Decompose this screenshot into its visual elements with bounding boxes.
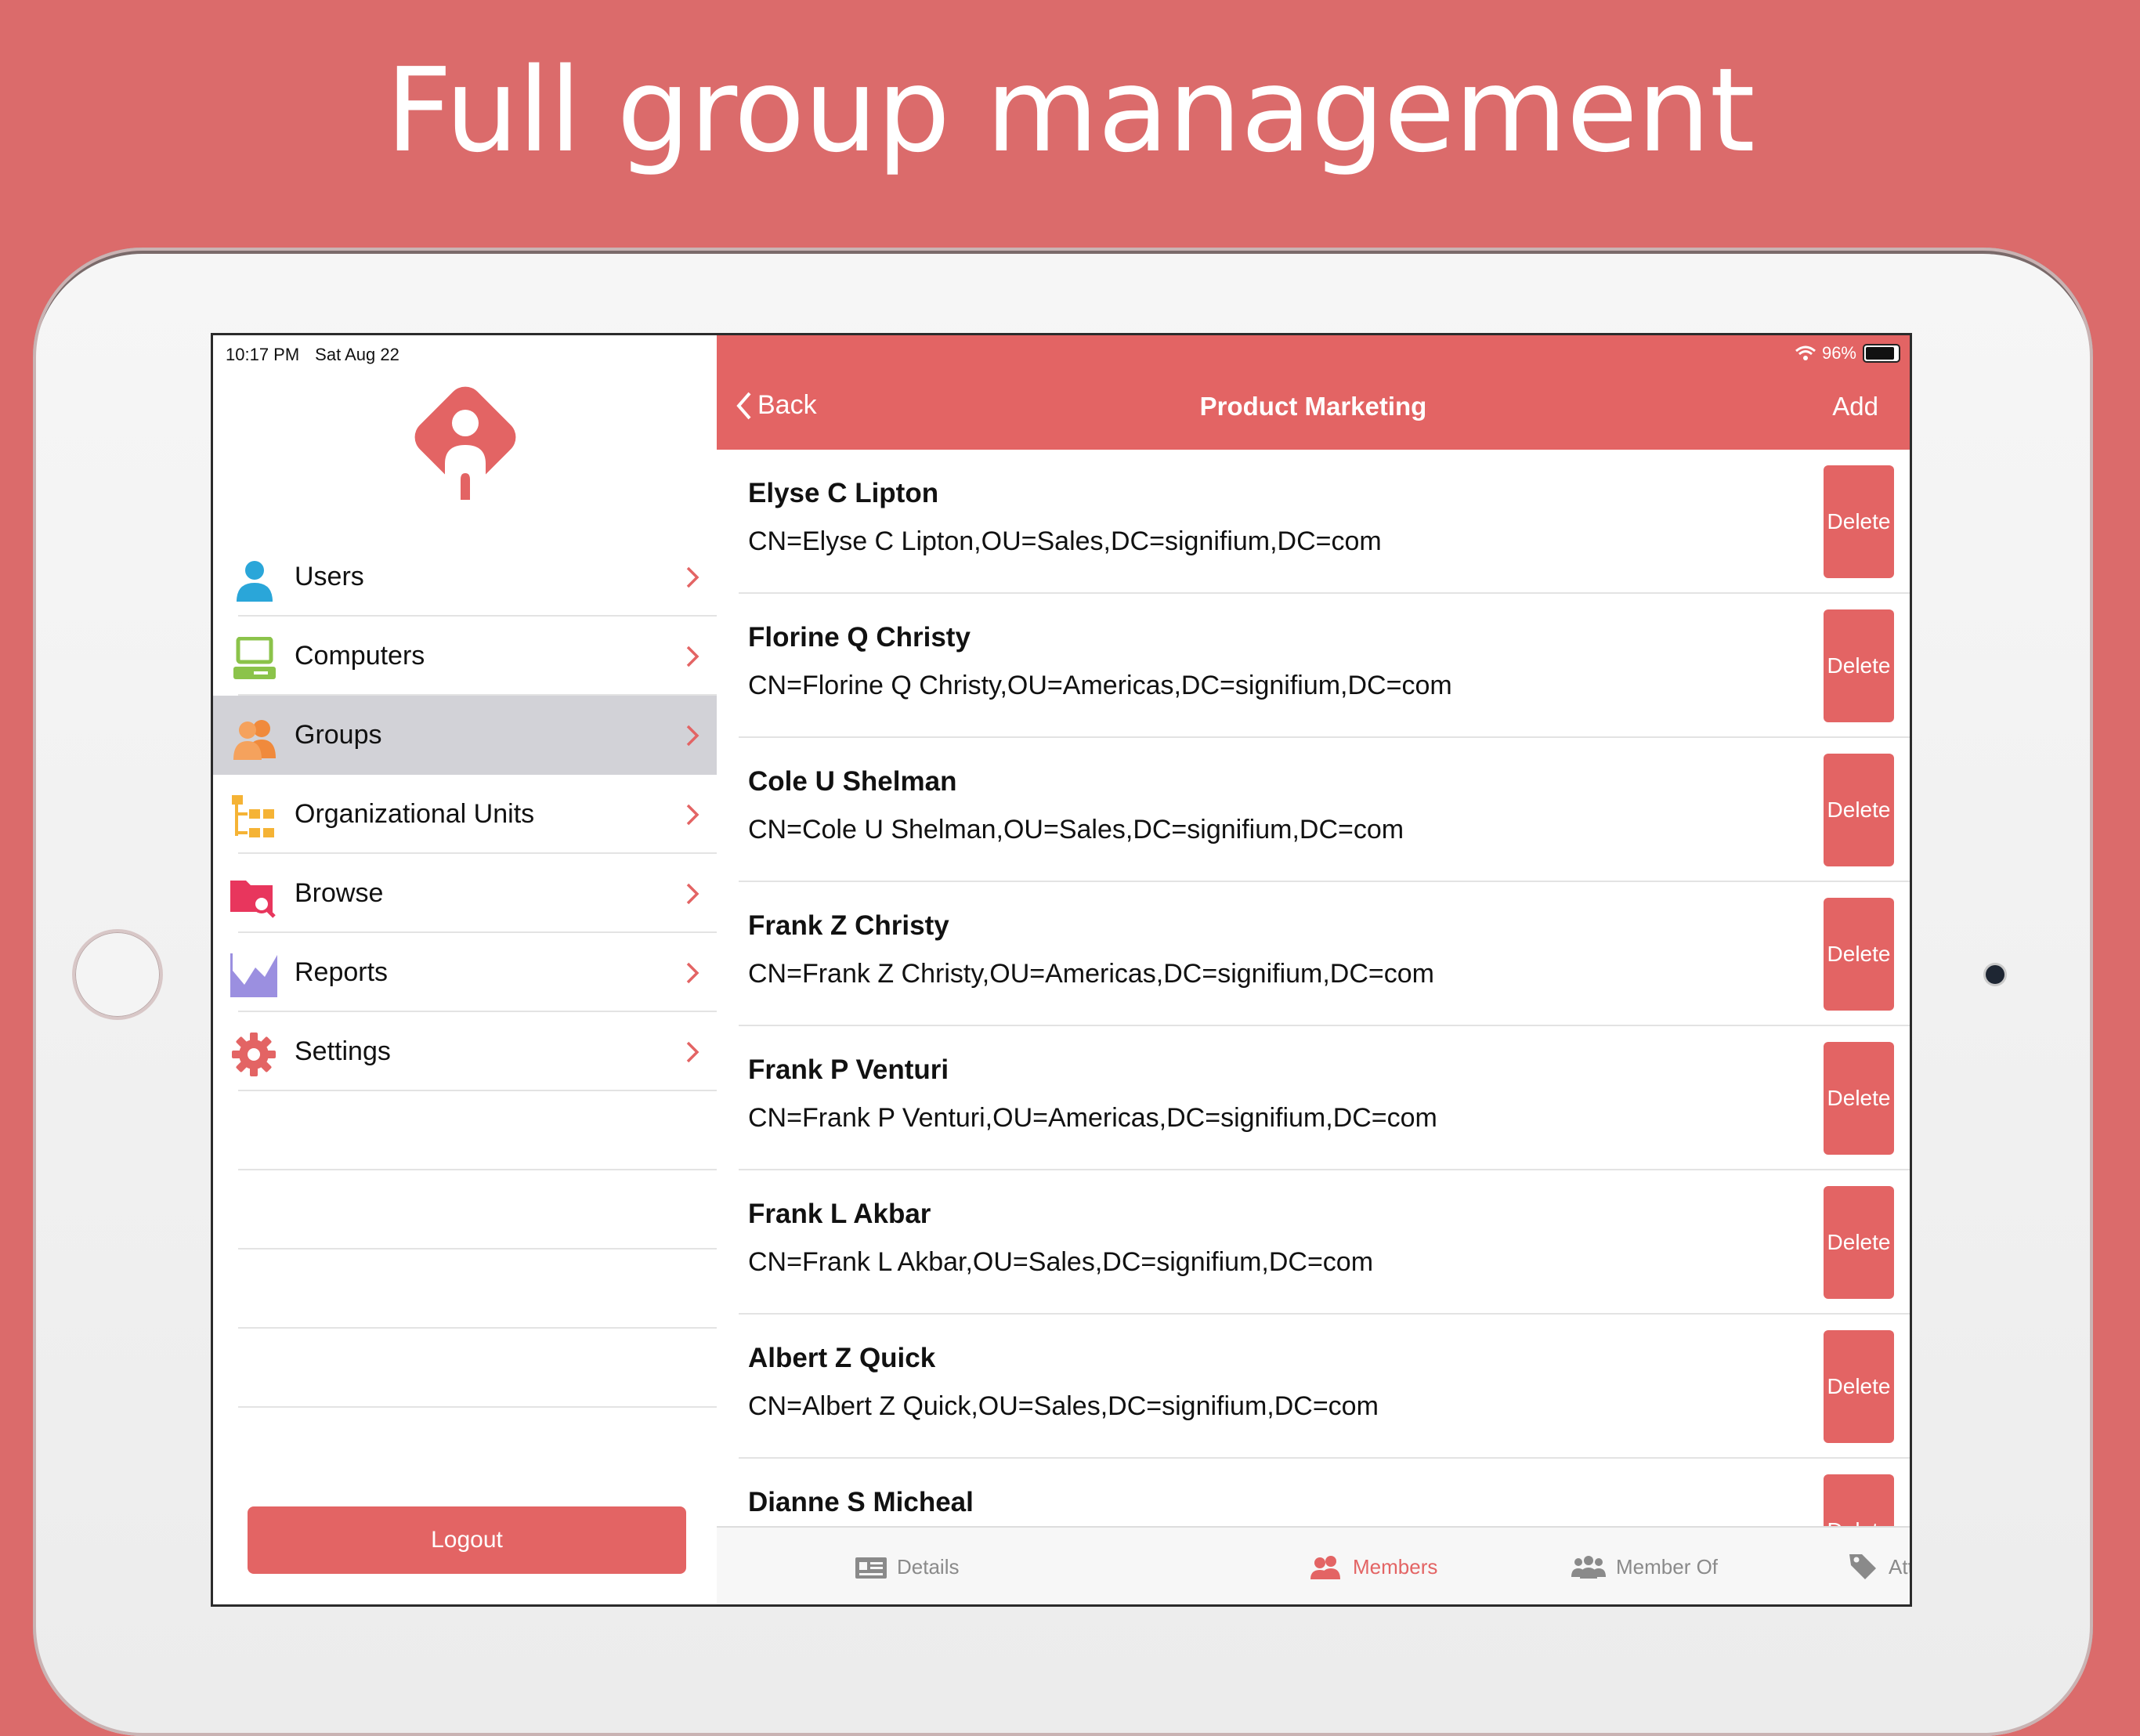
delete-button[interactable]: Delete [1824,609,1894,722]
sidebar-item-reports[interactable]: Reports [213,933,717,1012]
delete-button[interactable]: Delete [1824,898,1894,1011]
sidebar-item-label: Browse [295,878,384,908]
sidebar-item-organizational-units[interactable]: Organizational Units [213,775,717,854]
chevron-right-icon [686,725,699,747]
member-dn: CN=Frank P Venturi,OU=Americas,DC=signif… [748,1103,1437,1133]
tab-label: Details [897,1554,960,1579]
app-logo-icon [414,386,516,500]
delete-button[interactable]: Delete [1824,754,1894,866]
computer-icon [233,637,276,679]
tab-details[interactable]: Details [855,1528,959,1604]
browse-folder-icon [230,881,276,918]
logout-button[interactable]: Logout [248,1506,686,1574]
empty-row [213,1329,717,1408]
members-icon [1310,1556,1340,1579]
empty-row [213,1170,717,1250]
member-of-icon [1571,1556,1606,1579]
member-name: Cole U Shelman [748,766,957,797]
promo-headline: Full group management [385,43,1755,178]
member-dn: CN=Cole U Shelman,OU=Sales,DC=signifium,… [748,815,1404,844]
chevron-right-icon [686,804,699,826]
sidebar-item-browse[interactable]: Browse [213,854,717,933]
delete-button[interactable]: Delete [1824,465,1894,578]
sidebar-item-label: Settings [295,1036,391,1066]
tab-bar: Details Members Member Of At [717,1526,1910,1604]
details-card-icon [855,1557,887,1579]
member-name: Elyse C Lipton [748,478,939,508]
group-title: Product Marketing [1199,392,1427,421]
camera-lens [1986,965,2004,984]
member-name: Frank P Venturi [748,1054,949,1085]
member-dn: CN=Albert Z Quick,OU=Sales,DC=signifium,… [748,1391,1379,1421]
member-row[interactable]: Elyse C Lipton CN=Elyse C Lipton,OU=Sale… [717,450,1910,594]
member-name: Dianne S Micheal [748,1487,974,1517]
group-icon [233,720,276,760]
sidebar-item-users[interactable]: Users [213,537,717,617]
group-detail-panel: 96% Back Product Marketing Add Elyse C L… [717,335,1910,1604]
tab-members[interactable]: Members [1309,1528,1437,1604]
chevron-right-icon [686,962,699,984]
sidebar: 10:17 PM Sat Aug 22 Users Computers Grou… [213,335,717,1604]
member-row[interactable]: Frank P Venturi CN=Frank P Venturi,OU=Am… [717,1026,1910,1170]
delete-button[interactable]: Delete [1824,1474,1894,1526]
org-units-icon [232,795,274,837]
status-clock: 10:17 PM [226,345,300,364]
tag-icon [1849,1554,1876,1579]
chevron-right-icon [686,883,699,905]
delete-button[interactable]: Delete [1824,1042,1894,1155]
wifi-icon [1795,345,1816,360]
sidebar-nav: Users Computers Groups Organizational Un… [213,537,717,1408]
member-dn: CN=Frank Z Christy,OU=Americas,DC=signif… [748,959,1434,989]
tab-member-of[interactable]: Member Of [1571,1528,1718,1604]
member-row[interactable]: Frank Z Christy CN=Frank Z Christy,OU=Am… [717,882,1910,1026]
sidebar-item-label: Users [295,562,364,591]
member-row[interactable]: Dianne S Micheal Delete [717,1459,1910,1526]
member-name: Frank L Akbar [748,1199,931,1229]
status-indicators: 96% [1795,343,1900,363]
member-row[interactable]: Albert Z Quick CN=Albert Z Quick,OU=Sale… [717,1315,1910,1459]
member-name: Albert Z Quick [748,1343,936,1373]
member-dn: CN=Elyse C Lipton,OU=Sales,DC=signifium,… [748,526,1382,556]
sidebar-item-settings[interactable]: Settings [213,1012,717,1091]
chevron-right-icon [686,566,699,588]
status-date: Sat Aug 22 [315,345,399,364]
tab-label: Members [1353,1554,1438,1579]
member-row[interactable]: Frank L Akbar CN=Frank L Akbar,OU=Sales,… [717,1170,1910,1315]
member-row[interactable]: Cole U Shelman CN=Cole U Shelman,OU=Sale… [717,738,1910,882]
chevron-right-icon [686,1041,699,1063]
tablet-screen: 10:17 PM Sat Aug 22 Users Computers Grou… [213,335,1910,1604]
delete-button[interactable]: Delete [1824,1186,1894,1299]
member-name: Frank Z Christy [748,910,949,941]
sidebar-item-groups[interactable]: Groups [213,696,717,775]
battery-percent: 96% [1821,343,1856,363]
members-list: Elyse C Lipton CN=Elyse C Lipton,OU=Sale… [717,450,1910,1526]
member-dn: CN=Frank L Akbar,OU=Sales,DC=signifium,D… [748,1247,1374,1277]
delete-button[interactable]: Delete [1824,1330,1894,1443]
tab-label: Attributes [1889,1554,1910,1579]
battery-icon [1863,344,1900,363]
add-member-button[interactable]: Add [1832,392,1878,421]
navigation-bar: 96% Back Product Marketing Add [717,335,1910,450]
status-time: 10:17 PM Sat Aug 22 [226,345,415,365]
member-name: Florine Q Christy [748,622,971,653]
empty-row [213,1091,717,1170]
gear-icon [232,1033,276,1076]
sidebar-item-label: Groups [295,720,382,750]
member-dn: CN=Florine Q Christy,OU=Americas,DC=sign… [748,671,1452,700]
sidebar-item-label: Reports [295,957,389,987]
user-icon [237,561,273,602]
sidebar-item-computers[interactable]: Computers [213,617,717,696]
sidebar-item-label: Computers [295,641,425,671]
sidebar-item-label: Organizational Units [295,799,535,829]
reports-chart-icon [230,953,277,997]
home-button[interactable] [72,929,163,1020]
member-row[interactable]: Florine Q Christy CN=Florine Q Christy,O… [717,594,1910,738]
tab-attributes[interactable]: Attributes [1848,1528,1910,1604]
tab-label: Member Of [1616,1554,1719,1579]
empty-row [213,1250,717,1329]
chevron-right-icon [686,646,699,667]
